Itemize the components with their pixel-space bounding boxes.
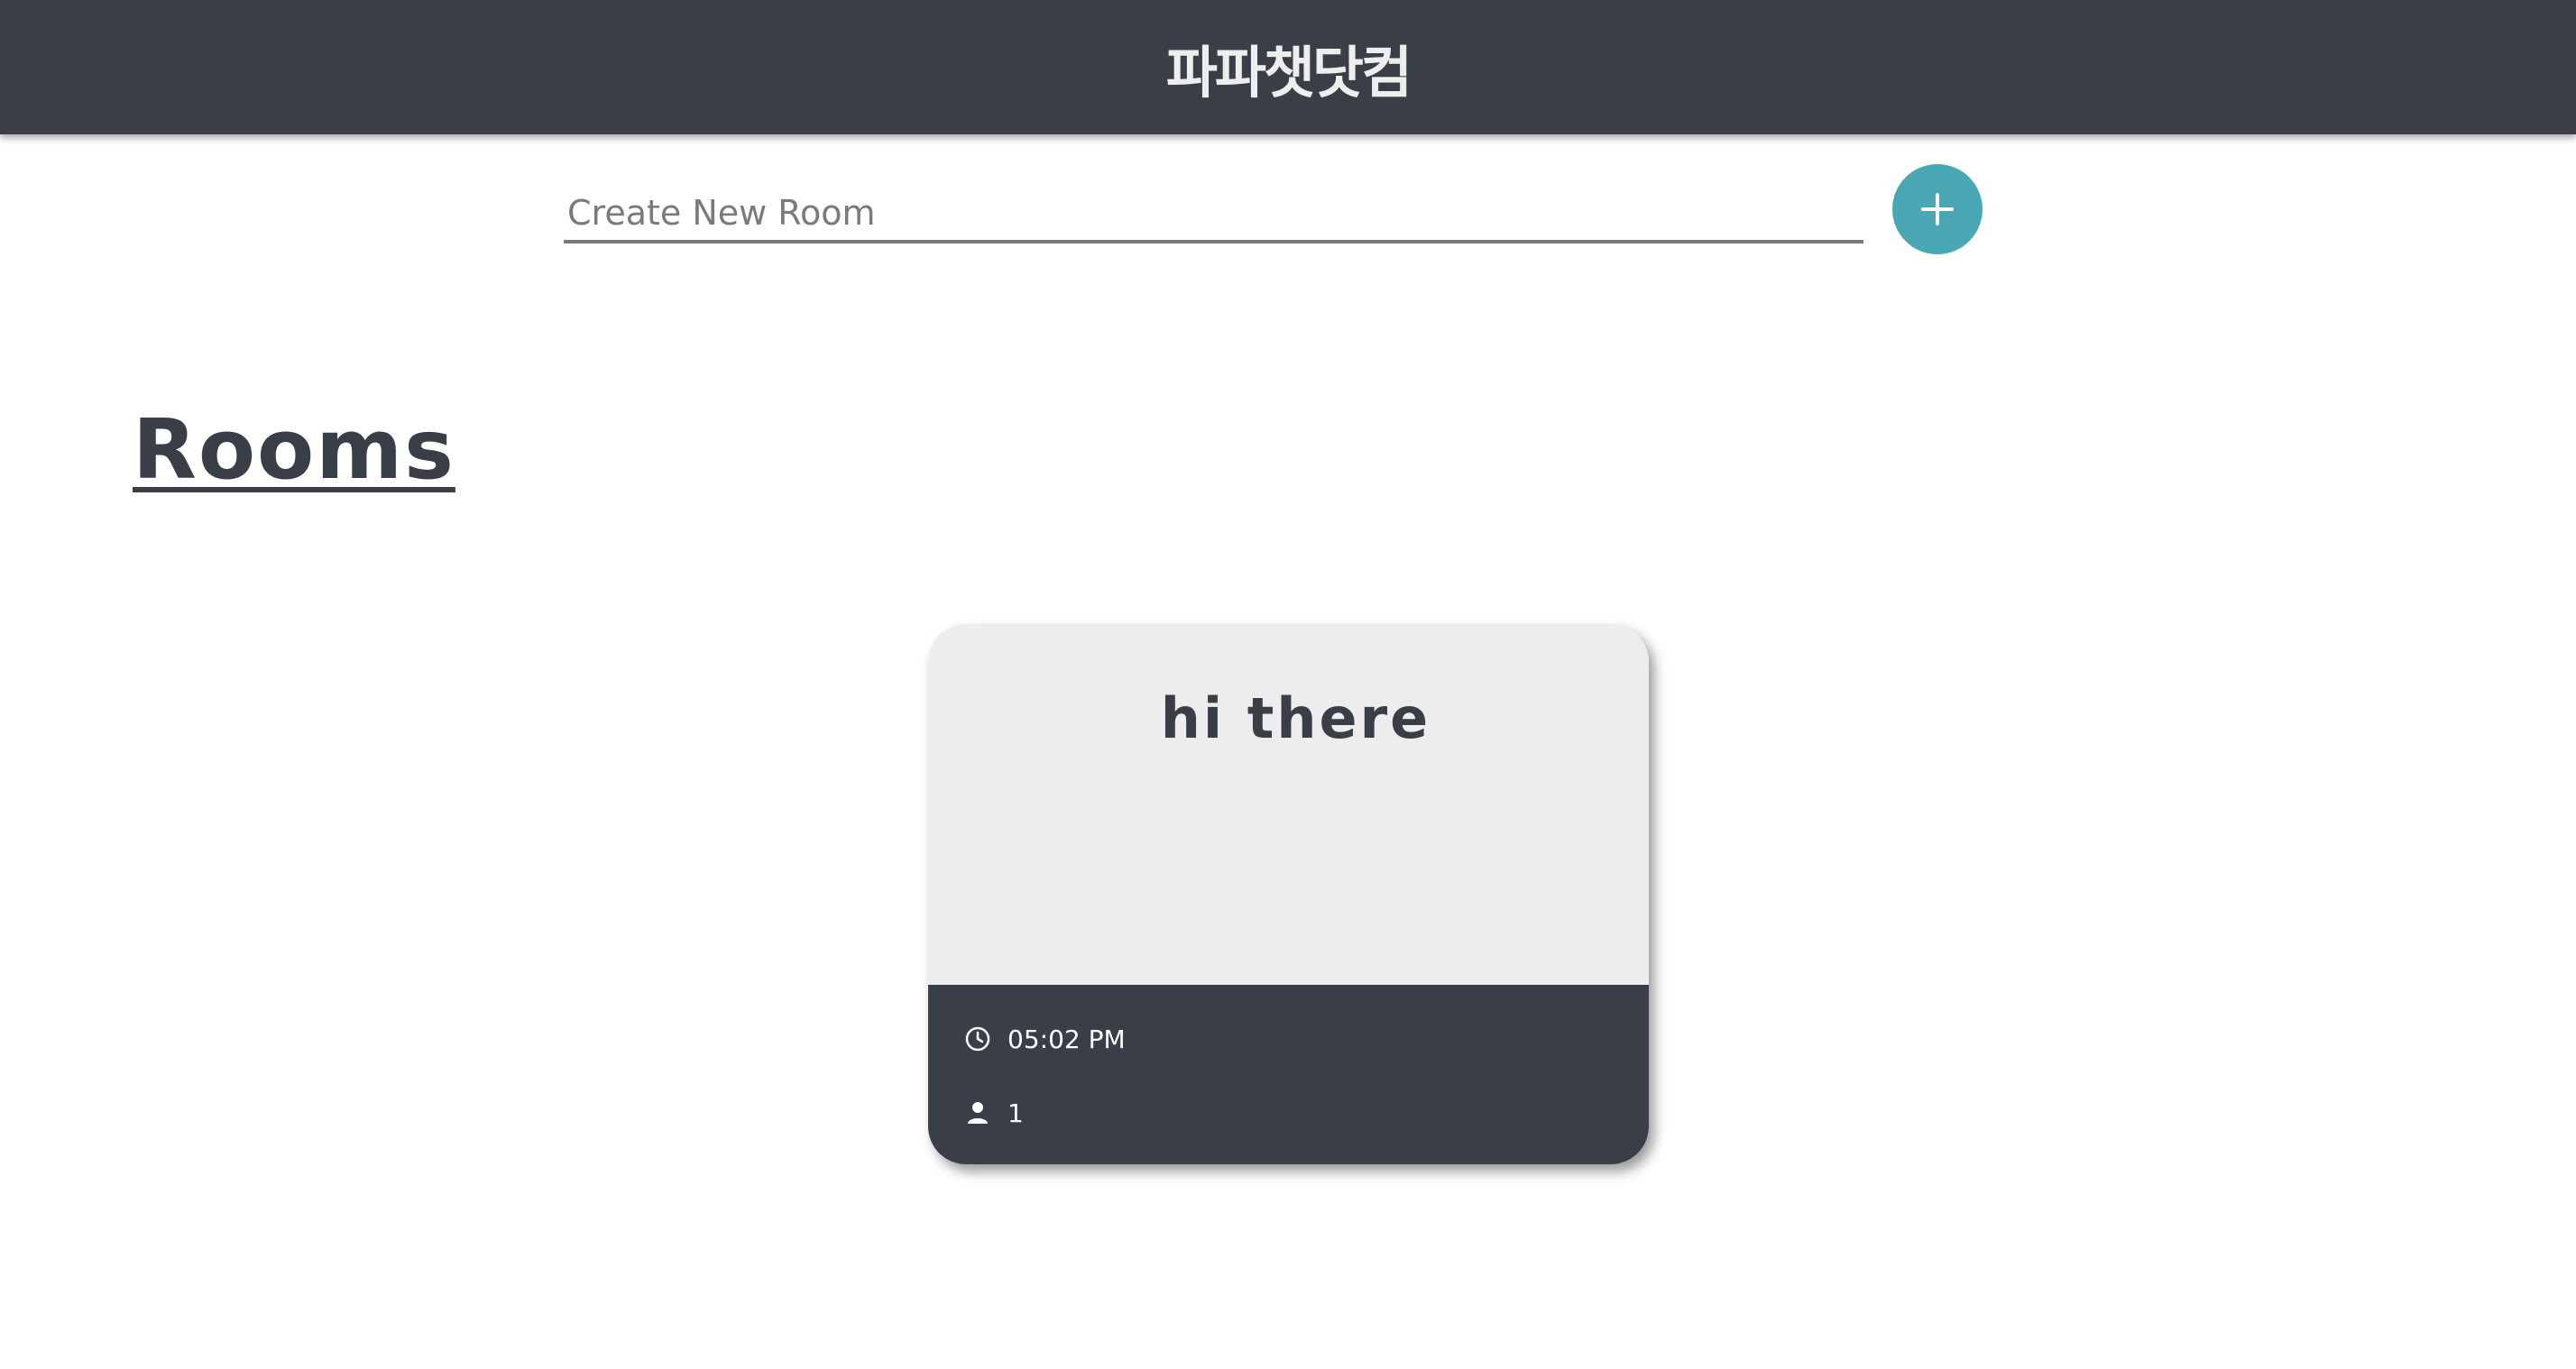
room-participant-count: 1 xyxy=(1007,1098,1024,1128)
room-card-body: hi there xyxy=(928,624,1649,985)
top-navbar: 파파챗닷컴 xyxy=(0,0,2576,134)
create-room-input[interactable] xyxy=(564,186,1863,243)
room-time-row: 05:02 PM xyxy=(964,1021,1649,1057)
rooms-heading: Rooms xyxy=(133,401,455,498)
room-card[interactable]: hi there 05:02 PM 1 xyxy=(928,624,1649,1164)
add-room-button[interactable] xyxy=(1892,164,1983,254)
plus-icon xyxy=(1921,193,1954,225)
app-logo-text[interactable]: 파파챗닷컴 xyxy=(1166,27,1412,108)
room-title: hi there xyxy=(1160,685,1431,751)
room-participants-row: 1 xyxy=(964,1095,1649,1131)
create-room-form xyxy=(564,164,1984,263)
room-card-footer: 05:02 PM 1 xyxy=(928,985,1649,1164)
room-time: 05:02 PM xyxy=(1007,1024,1126,1054)
clock-icon xyxy=(965,1026,990,1052)
person-icon xyxy=(968,1102,988,1124)
